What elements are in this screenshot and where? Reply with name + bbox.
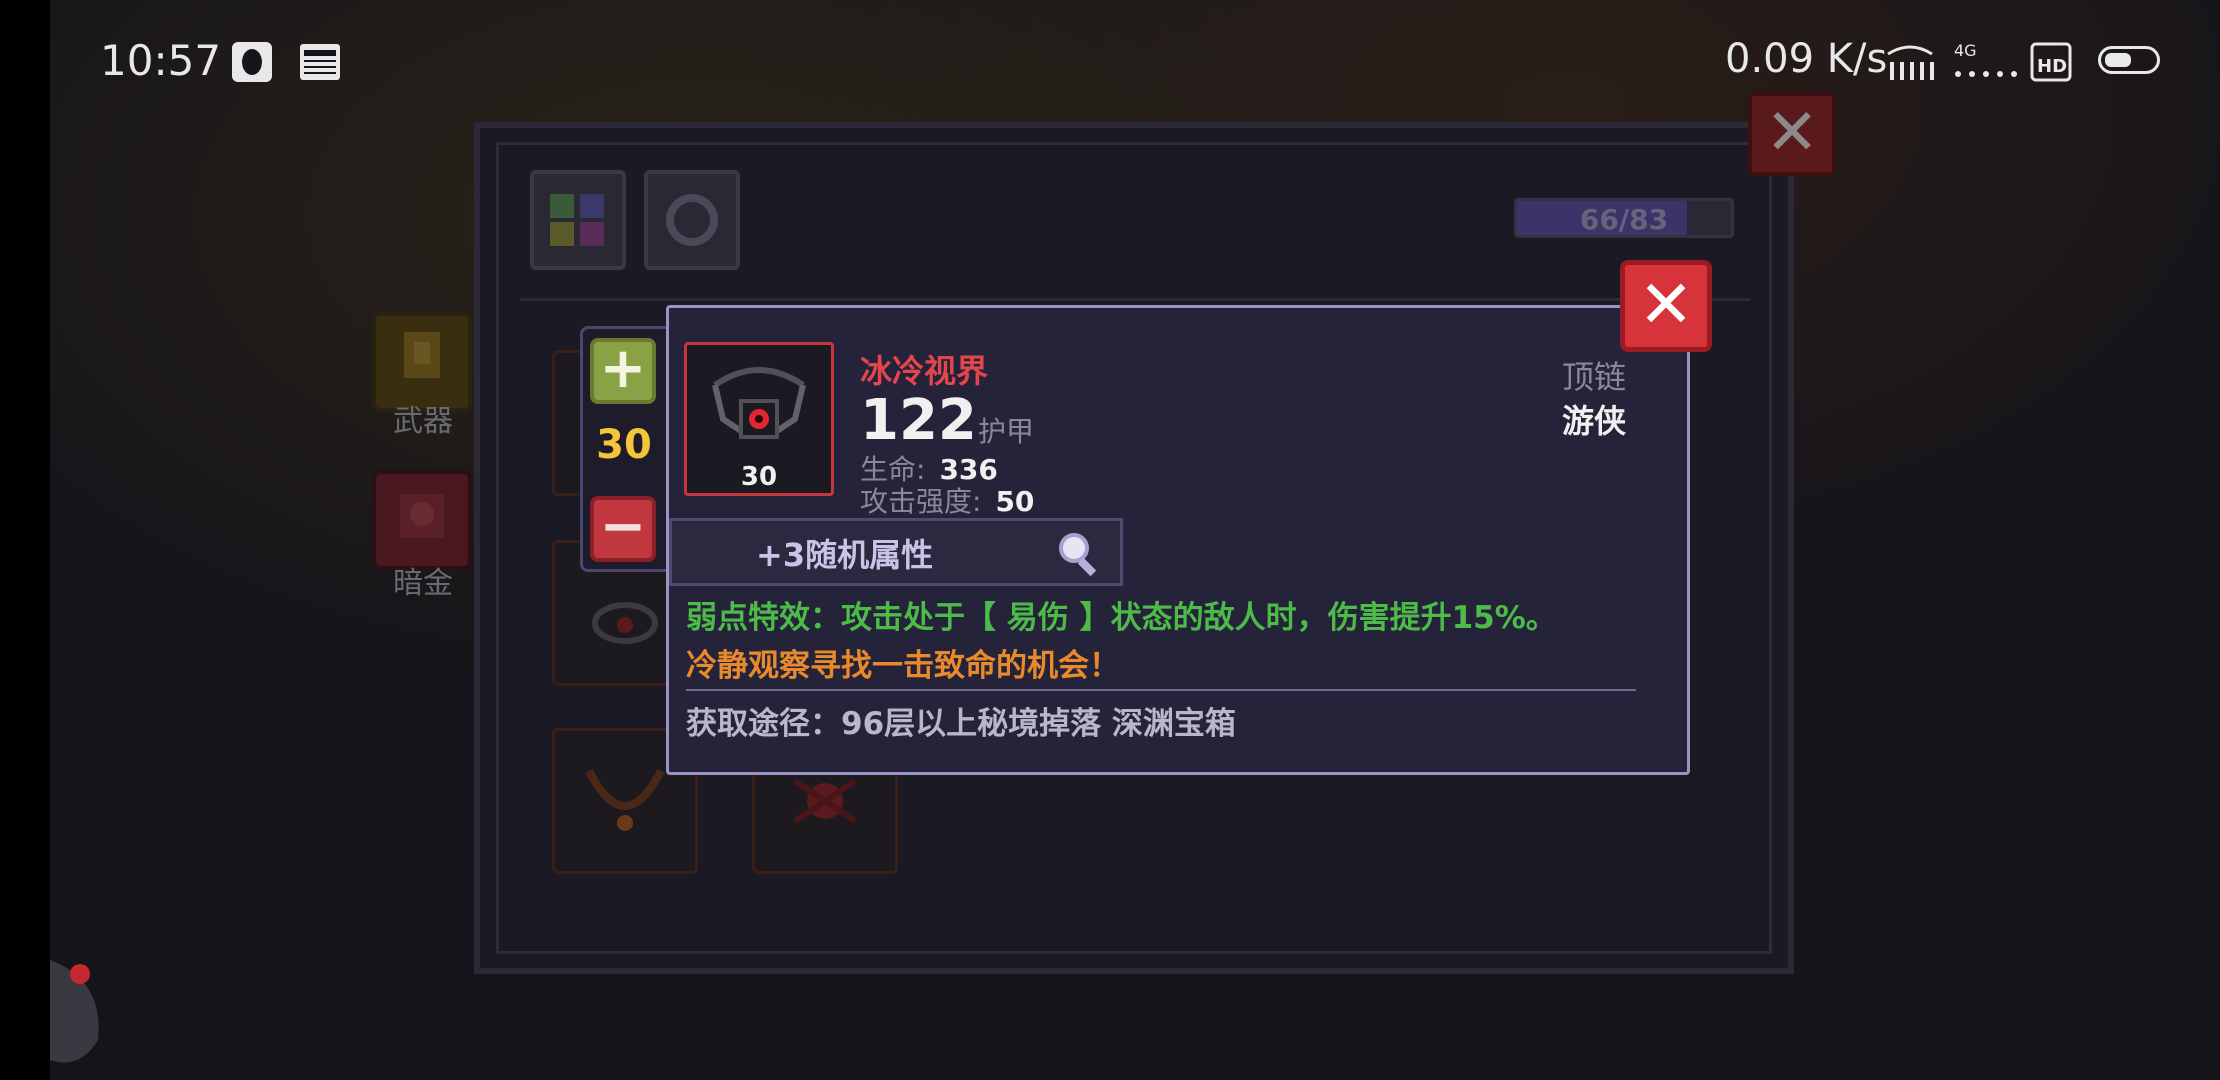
magnifier-icon[interactable] [1054,528,1104,578]
stat-row-attack: 攻击强度: 50 [860,480,1034,520]
news-icon [298,40,342,80]
grid-icon [550,194,604,246]
dark-gold-icon [400,494,444,538]
item-level-badge: 30 [740,462,778,492]
item-class: 游侠 [1561,402,1626,440]
status-bar: 10:57 0.09 K/s 4G HD [0,0,2220,120]
item-flavor-text: 冷静观察寻找一击致命的机会！ [686,648,1120,684]
clock: 10:57 [100,36,222,85]
floating-assistant-icon[interactable] [50,960,104,1070]
dark-gold-category-label: 暗金 [393,566,453,601]
svg-text:HD: HD [2037,56,2067,77]
tab-accessories[interactable] [644,170,740,270]
random-attributes-label: +3随机属性 [756,536,934,574]
necklace-tab-icon [666,194,718,246]
screen-edge [0,0,50,1080]
level-increase-button[interactable]: + [590,338,656,404]
item-armor-value: 122 [860,388,977,453]
wifi-signal-icon [1884,40,1936,80]
panel-divider [520,298,1750,301]
level-decrease-button[interactable]: − [590,496,656,562]
weapon-category-label: 武器 [393,404,453,439]
tooltip-close-button[interactable]: ✕ [1620,260,1712,352]
svg-text:4G: 4G [1954,41,1977,60]
stat-value: 50 [995,485,1035,518]
cell-signal-icon: 4G [1952,40,2018,80]
item-slot-type: 顶链 [1561,358,1626,396]
level-value: 30 [596,422,652,468]
tooltip-divider [686,689,1636,691]
hd-icon: HD [2030,40,2072,82]
inventory-close-button[interactable]: ✕ [1748,92,1836,176]
qq-icon [230,40,274,82]
battery-icon [2098,46,2160,74]
ice-vision-necklace-icon [712,367,806,439]
inventory-capacity-text: 66/83 [1579,203,1669,236]
dark-gold-category-button[interactable] [372,470,472,570]
inventory-capacity-bar: 66/83 [1514,198,1734,238]
tab-all-items[interactable] [530,170,626,270]
item-armor-label: 护甲 [978,415,1035,448]
network-speed: 0.09 K/s [1725,36,1888,82]
item-name: 冰冷视界 [860,352,989,390]
item-source: 获取途径：96层以上秘境掉落 深渊宝箱 [686,706,1236,742]
weapon-icon [404,332,440,378]
item-effect: 弱点特效：攻击处于【 易伤 】状态的敌人时，伤害提升15%。 [686,600,1557,636]
stat-label: 攻击强度: [860,485,982,518]
